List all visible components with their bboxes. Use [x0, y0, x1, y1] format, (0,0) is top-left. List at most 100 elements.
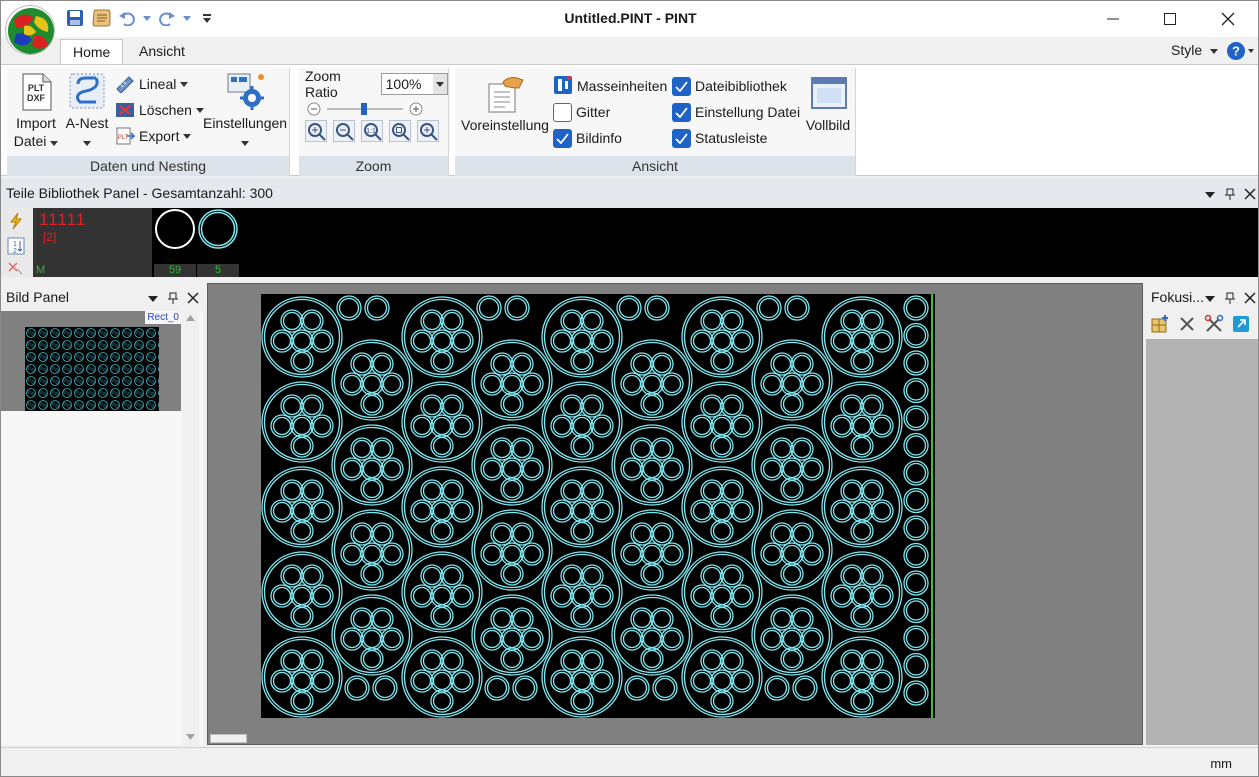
remove-part-icon[interactable]: [7, 261, 23, 278]
chevron-down-icon: [183, 133, 192, 139]
nested-small-ring: [310, 584, 334, 608]
nested-small-ring: [490, 352, 514, 376]
statusleiste-checkbox[interactable]: Statusleiste: [672, 127, 767, 149]
units-indicator: mm: [1210, 756, 1232, 771]
help-icon[interactable]: ?: [1226, 40, 1254, 62]
nested-small-ring: [790, 607, 814, 631]
vollbild-label: Vollbild: [805, 117, 851, 133]
pin-icon[interactable]: [167, 291, 179, 307]
panel-menu-icon[interactable]: [147, 291, 159, 307]
tab-ansicht[interactable]: Ansicht: [127, 39, 197, 66]
nesting-canvas[interactable]: [207, 283, 1143, 745]
nested-small-ring: [730, 414, 754, 438]
a-nest-button[interactable]: A-Nest: [63, 72, 111, 150]
nested-small-ring: [730, 499, 754, 523]
zoom-in-icon[interactable]: [305, 120, 327, 145]
part-item-2[interactable]: [154, 208, 196, 264]
nested-small-ring: [440, 394, 464, 418]
close-panel-icon[interactable]: [1244, 291, 1256, 307]
nested-small-ring: [850, 584, 874, 608]
nested-small-ring: [500, 457, 524, 481]
zoom-window-icon[interactable]: [417, 120, 439, 145]
lightning-icon[interactable]: [7, 212, 25, 233]
nested-small-ring: [870, 414, 894, 438]
nested-small-ring: [360, 477, 384, 501]
pin-icon[interactable]: [1224, 187, 1236, 203]
fokus-panel: Fokusi...: [1146, 283, 1258, 745]
nested-small-ring: [710, 414, 734, 438]
nested-small-ring: [450, 584, 474, 608]
close-panel-icon[interactable]: [187, 291, 199, 307]
minimize-button[interactable]: [1084, 1, 1142, 37]
nested-filler-ring: [372, 675, 398, 701]
gitter-checkbox[interactable]: Gitter: [553, 101, 610, 123]
scrollbar[interactable]: [182, 311, 199, 745]
nested-filler-ring: [792, 675, 818, 701]
app-window: Untitled.PINT - PINT Home Ansicht Style: [0, 0, 1259, 777]
einstellung-datei-checkbox[interactable]: Einstellung Datei: [672, 101, 800, 123]
part-item-1[interactable]: 11111 [2]: [33, 208, 152, 264]
open-external-icon[interactable]: [1232, 315, 1250, 336]
lineal-button[interactable]: Lineal: [115, 73, 189, 95]
nested-edge-ring: [903, 652, 929, 679]
loeschen-button[interactable]: Löschen: [115, 99, 204, 121]
nested-small-ring: [430, 499, 454, 523]
zoom-slider[interactable]: [307, 101, 425, 117]
pin-icon[interactable]: [1224, 291, 1236, 307]
delete-icon[interactable]: [1178, 315, 1196, 336]
bild-list-item[interactable]: Rect_0: [1, 311, 181, 411]
maximize-button[interactable]: [1141, 1, 1199, 37]
bild-panel-tools: [147, 291, 199, 307]
nested-edge-ring: [903, 377, 929, 404]
masseinheiten-toggle[interactable]: Masseinheiten: [553, 75, 667, 97]
nested-small-ring: [500, 627, 524, 651]
nested-small-ring: [730, 329, 754, 353]
voreinstellung-button[interactable]: Voreinstellung: [459, 74, 551, 134]
export-button[interactable]: PLT Export: [115, 125, 192, 147]
nested-small-ring: [300, 394, 324, 418]
nested-small-ring: [290, 349, 314, 373]
nested-small-ring: [590, 499, 614, 523]
checkbox-checked-icon: [553, 128, 572, 148]
nested-small-ring: [770, 352, 794, 376]
part-item-3[interactable]: [197, 208, 239, 264]
zoom-ratio-select[interactable]: 100%: [380, 73, 448, 95]
nested-small-ring: [800, 372, 824, 396]
nested-small-ring: [590, 669, 614, 693]
zoom-fit-icon[interactable]: [389, 120, 411, 145]
zoom-out-icon[interactable]: [333, 120, 355, 145]
nested-small-ring: [730, 669, 754, 693]
close-button[interactable]: [1199, 1, 1257, 37]
nested-small-ring: [700, 479, 724, 503]
style-menu[interactable]: Style: [1171, 42, 1218, 58]
nested-small-ring: [440, 564, 464, 588]
material-sheet[interactable]: [261, 294, 935, 718]
nested-small-ring: [570, 519, 594, 543]
sort-icon[interactable]: 12: [7, 237, 25, 258]
nested-filler-ring: [484, 675, 510, 701]
add-grid-icon[interactable]: [1150, 314, 1170, 337]
close-panel-icon[interactable]: [1244, 187, 1256, 203]
nested-small-ring: [300, 479, 324, 503]
nested-small-ring: [450, 329, 474, 353]
nested-small-ring: [660, 542, 684, 566]
svg-text:DXF: DXF: [27, 93, 46, 103]
vollbild-button[interactable]: Vollbild: [803, 74, 853, 134]
bildinfo-checkbox[interactable]: Bildinfo: [553, 127, 622, 149]
nested-small-ring: [840, 394, 864, 418]
import-datei-button[interactable]: PLT DXF Import Datei: [11, 72, 61, 150]
canvas-scroll-tab[interactable]: [210, 734, 247, 743]
nested-edge-ring: [903, 322, 929, 349]
nested-small-ring: [520, 457, 544, 481]
einstellungen-button[interactable]: Einstellungen: [203, 72, 287, 150]
panel-menu-icon[interactable]: [1204, 187, 1216, 203]
dateibibliothek-checkbox[interactable]: Dateibibliothek: [672, 75, 787, 97]
tab-home[interactable]: Home: [60, 39, 124, 66]
nested-small-ring: [690, 499, 714, 523]
panel-menu-icon[interactable]: [1204, 291, 1216, 307]
app-logo[interactable]: [5, 5, 55, 55]
group-daten-und-nesting: PLT DXF Import Datei A-Nest Lineal Lösche…: [7, 68, 290, 176]
tools-icon[interactable]: [1204, 314, 1224, 337]
zoom-actual-size-icon[interactable]: 1:1: [361, 120, 383, 145]
nested-filler-ring: [616, 295, 642, 321]
